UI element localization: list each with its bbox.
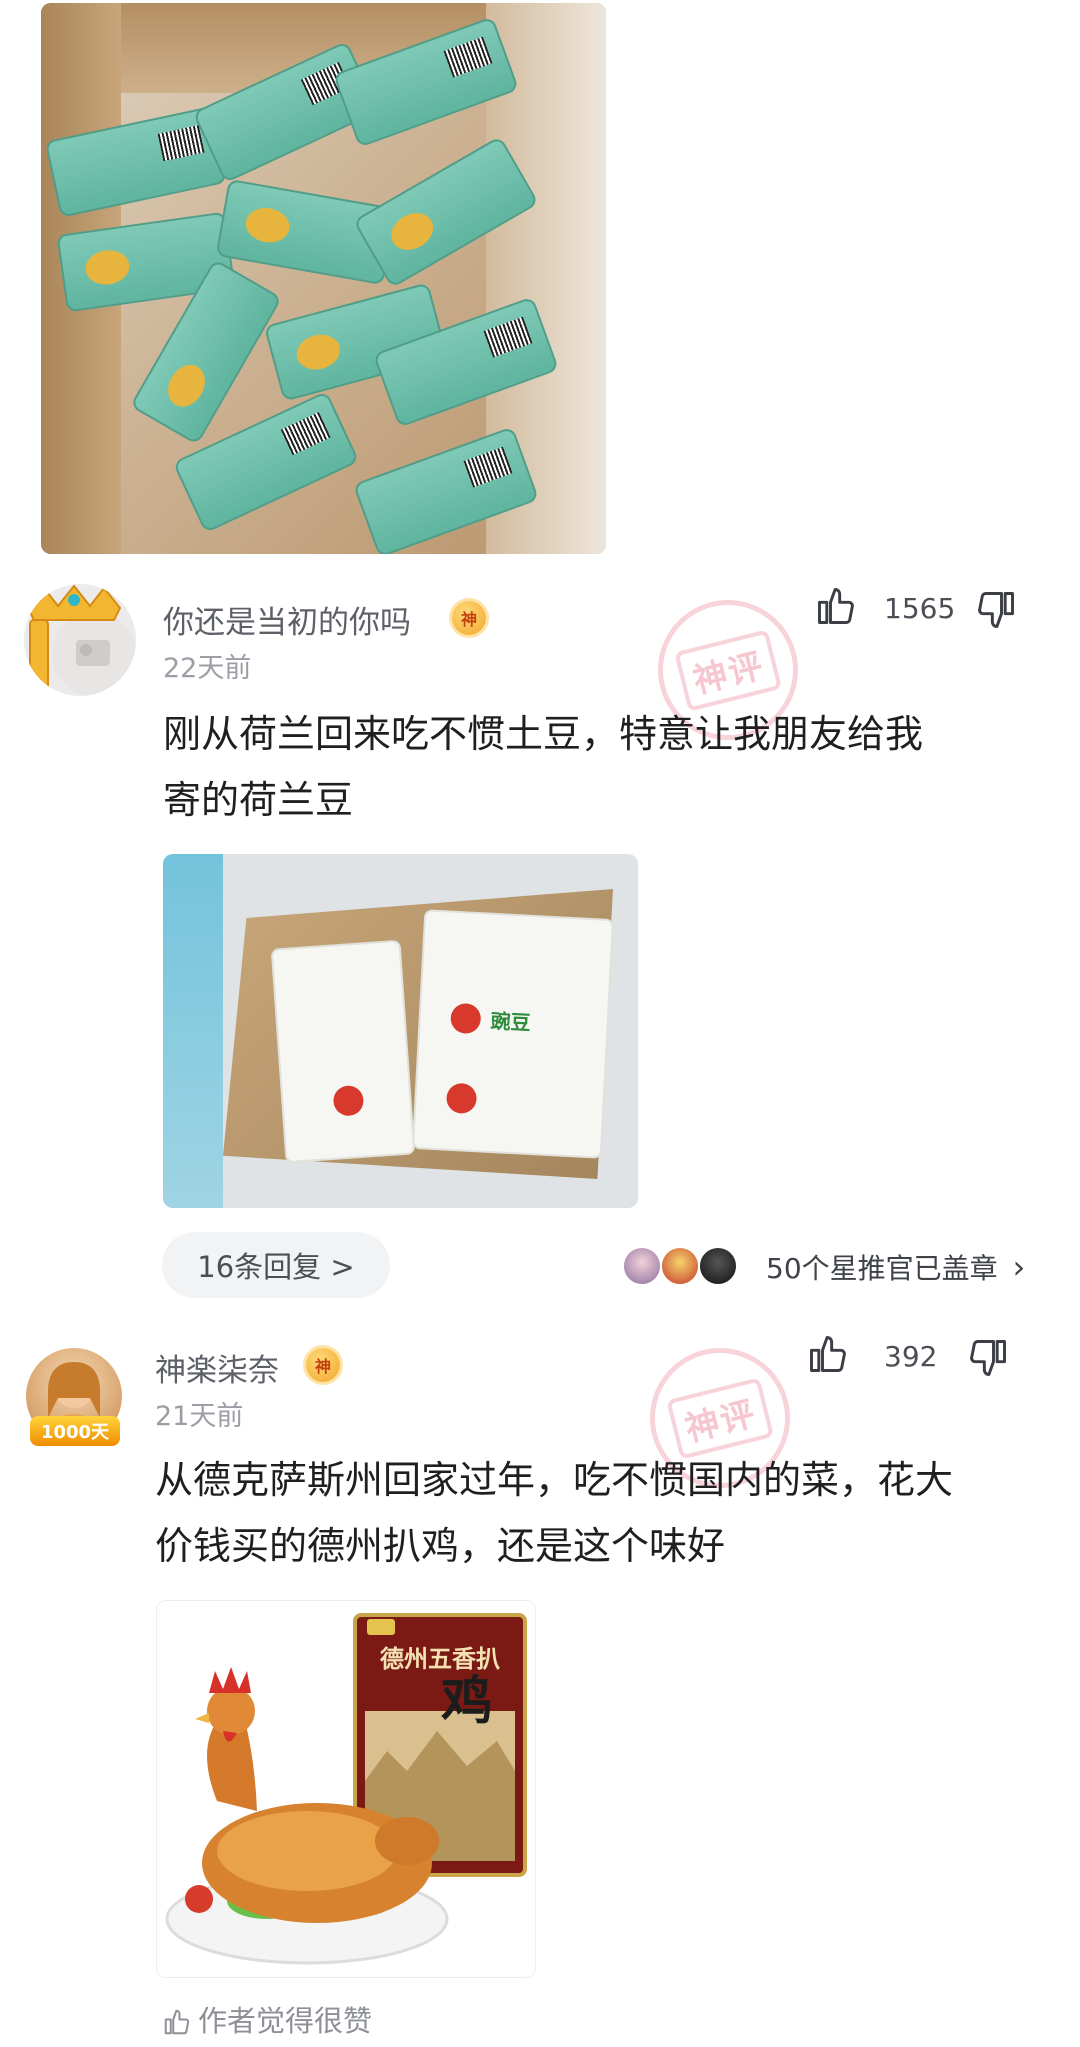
comment-image-braised-chicken[interactable]: 德州五香扒 鸡 — [156, 1600, 536, 1978]
chevron-right-icon: › — [1012, 1248, 1026, 1286]
stamper-avatar — [622, 1246, 662, 1286]
days-badge: 1000天 — [30, 1416, 120, 1446]
comment-time: 21天前 — [155, 1401, 244, 1432]
thumb-down-icon[interactable] — [974, 588, 1018, 632]
thumb-down-icon[interactable] — [966, 1336, 1010, 1380]
god-badge-icon: 神 — [306, 1348, 340, 1382]
avatar[interactable] — [24, 584, 136, 696]
stamper-avatar — [660, 1246, 700, 1286]
god-badge-icon: 神 — [452, 601, 486, 635]
thumb-up-icon — [164, 2009, 190, 2035]
comment-image-pea-box[interactable]: 豌豆 — [163, 854, 638, 1208]
view-replies-button[interactable]: 16条回复 > — [162, 1232, 390, 1298]
pea-packet: 豌豆 — [411, 909, 615, 1159]
like-count: 1565 — [884, 592, 956, 625]
stars-stamped-link[interactable]: 50个星推官已盖章 › — [766, 1247, 1025, 1287]
package-title: 德州五香扒 — [380, 1644, 500, 1673]
thumb-up-icon[interactable] — [814, 584, 858, 628]
comment-text-line: 刚从荷兰回来吃不惯土豆，特意让我朋友给我 — [163, 712, 924, 756]
author-liked-indicator: 作者觉得很赞 — [162, 1998, 372, 2040]
comment-text-line: 寄的荷兰豆 — [163, 778, 354, 822]
comment-text-line: 价钱买的德州扒鸡，还是这个味好 — [155, 1524, 726, 1568]
thumb-up-icon[interactable] — [806, 1332, 850, 1376]
comment-username[interactable]: 神楽柒奈 — [155, 1345, 279, 1390]
stamper-avatar — [698, 1246, 738, 1286]
comment-username[interactable]: 你还是当初的你吗 — [163, 597, 411, 642]
comment-time: 22天前 — [163, 653, 252, 684]
background-wall — [163, 854, 223, 1208]
post-image-snack-box[interactable] — [41, 3, 606, 554]
comment-text-line: 从德克萨斯州回家过年，吃不惯国内的菜，花大 — [155, 1458, 954, 1502]
like-count: 392 — [884, 1340, 938, 1373]
crown-frame-icon — [26, 584, 136, 696]
braised-chicken-illustration: 德州五香扒 鸡 — [165, 1613, 527, 1965]
white-packet — [270, 939, 416, 1164]
package-big-char: 鸡 — [441, 1671, 493, 1732]
